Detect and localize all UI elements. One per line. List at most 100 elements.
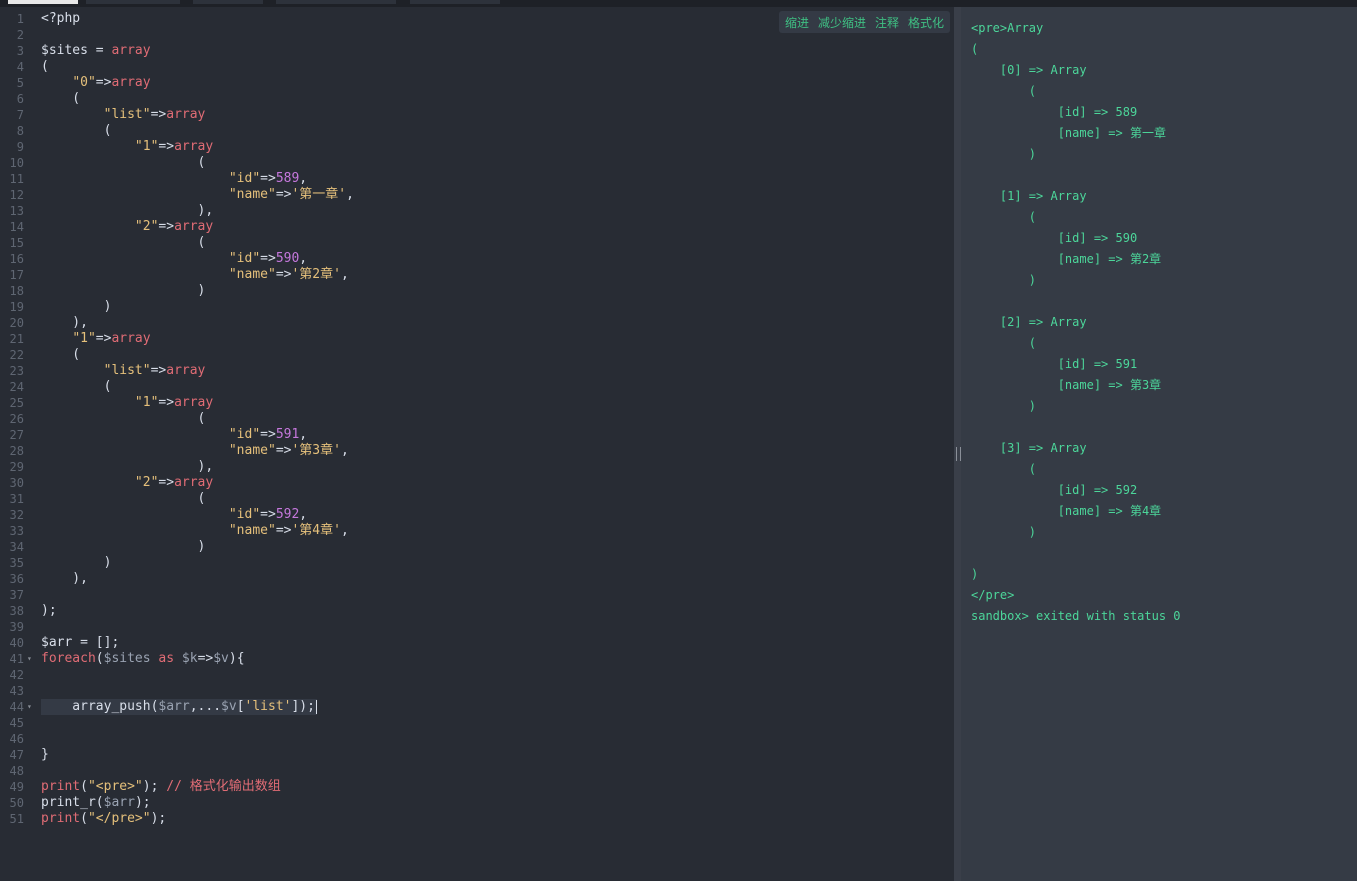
code-line[interactable]: } xyxy=(41,747,49,763)
code-line[interactable]: "id"=>590, xyxy=(41,251,307,267)
line-number: 49 xyxy=(9,780,24,794)
line-number: 33 xyxy=(9,524,24,538)
tab[interactable] xyxy=(276,0,396,4)
code-line[interactable]: array_push($arr,...$v['list']); xyxy=(41,699,317,715)
code-line[interactable]: "1"=>array xyxy=(41,331,150,347)
code-token: "name" xyxy=(228,267,276,282)
code-line[interactable]: ); xyxy=(41,603,57,619)
format-button[interactable]: 格式化 xyxy=(908,14,944,31)
code-line[interactable]: print("</pre>"); xyxy=(41,811,166,827)
code-line[interactable]: ) xyxy=(41,283,206,299)
code-line[interactable]: foreach($sites as $k=>$v){ xyxy=(41,651,245,667)
pane-splitter[interactable] xyxy=(954,7,961,881)
code-token: ,... xyxy=(189,699,222,714)
code-line[interactable]: $arr = []; xyxy=(41,635,119,651)
code-line[interactable]: ), xyxy=(41,203,214,219)
output-line: ) xyxy=(971,567,979,581)
code-token: ( xyxy=(41,379,112,394)
code-line[interactable]: "0"=>array xyxy=(41,75,150,91)
code-token: $v xyxy=(213,651,229,666)
code-line[interactable]: ( xyxy=(41,59,49,75)
tab[interactable] xyxy=(193,0,263,4)
code-line[interactable]: "id"=>592, xyxy=(41,507,307,523)
code-token: ( xyxy=(80,779,88,794)
line-number: 16 xyxy=(9,252,24,266)
code-line[interactable]: ( xyxy=(41,235,206,251)
line-number: 45 xyxy=(9,716,24,730)
code-token: ), xyxy=(41,203,214,218)
tab[interactable] xyxy=(410,0,500,4)
code-line[interactable]: ) xyxy=(41,539,206,555)
code-line[interactable]: ( xyxy=(41,491,206,507)
code-token: => xyxy=(260,427,276,442)
code-line[interactable]: ( xyxy=(41,347,80,363)
line-number: 38 xyxy=(9,604,24,618)
code-editor[interactable]: 1 2 3 4 5 6 7 8 9 10 11 12 13 14 15 16 17 18 19 20 21 22 23 24 2… xyxy=(0,7,954,881)
code-line[interactable]: <?php xyxy=(41,11,80,27)
code-token: ) xyxy=(41,539,206,554)
code-line[interactable]: ), xyxy=(41,315,88,331)
tab[interactable] xyxy=(86,0,180,4)
code-line[interactable]: ( xyxy=(41,123,112,139)
code-line[interactable]: "list"=>array xyxy=(41,107,206,123)
code-line[interactable]: ), xyxy=(41,571,88,587)
code-line[interactable]: ) xyxy=(41,299,112,315)
code-line[interactable]: ) xyxy=(41,555,112,571)
code-token: <?php xyxy=(41,11,81,26)
line-number: 30 xyxy=(9,476,24,490)
output-line: ) xyxy=(971,525,1037,539)
fold-toggle-icon[interactable]: ▾ xyxy=(27,699,32,715)
line-number: 10 xyxy=(9,156,24,170)
code-token: $k xyxy=(181,651,198,666)
code-token: ( xyxy=(41,411,206,426)
code-token: ) xyxy=(41,555,112,570)
code-line[interactable]: "id"=>589, xyxy=(41,171,307,187)
comment-button[interactable]: 注释 xyxy=(875,14,899,31)
tab-active[interactable] xyxy=(8,0,78,4)
code-line[interactable]: "1"=>array xyxy=(41,395,213,411)
code-line[interactable]: "2"=>array xyxy=(41,219,213,235)
code-line[interactable]: ), xyxy=(41,459,214,475)
code-token: => xyxy=(158,395,175,410)
code-line[interactable]: "id"=>591, xyxy=(41,427,307,443)
code-line[interactable]: print_r($arr); xyxy=(41,795,151,811)
code-line[interactable]: "name"=>'第一章', xyxy=(41,187,354,203)
line-number: 28 xyxy=(9,444,24,458)
code-token: $arr xyxy=(158,699,190,714)
line-number: 43 xyxy=(9,684,24,698)
code-line[interactable]: "list"=>array xyxy=(41,363,206,379)
line-number: 25 xyxy=(9,396,24,410)
code-token: , xyxy=(299,251,308,266)
code-token: ) xyxy=(41,299,112,314)
code-area[interactable]: <?php $sites = array( "0"=>array ( "list"… xyxy=(41,7,954,881)
code-line[interactable]: ( xyxy=(41,411,206,427)
outdent-button[interactable]: 减少缩进 xyxy=(818,14,866,31)
code-line[interactable]: "name"=>'第3章', xyxy=(41,443,349,459)
code-line[interactable]: "1"=>array xyxy=(41,139,213,155)
fold-toggle-icon[interactable]: ▾ xyxy=(27,651,32,667)
code-token: array_push( xyxy=(41,699,159,714)
code-line[interactable]: ( xyxy=(41,379,112,395)
indent-button[interactable]: 缩进 xyxy=(785,14,809,31)
code-line[interactable]: "name"=>'第4章', xyxy=(41,523,349,539)
line-number: 26 xyxy=(9,412,24,426)
code-line[interactable]: "name"=>'第2章', xyxy=(41,267,349,283)
code-line[interactable]: "2"=>array xyxy=(41,475,213,491)
code-token: ); xyxy=(41,603,57,618)
code-token: array xyxy=(174,475,214,490)
code-line[interactable]: ( xyxy=(41,91,80,107)
code-token: ( xyxy=(41,491,206,506)
code-token: , xyxy=(299,427,308,442)
line-number: 36 xyxy=(9,572,24,586)
line-number: 4 xyxy=(16,60,24,74)
line-number: 42 xyxy=(9,668,24,682)
output-line: ) xyxy=(971,147,1037,161)
code-line[interactable]: print("<pre>"); // 格式化输出数组 xyxy=(41,779,281,795)
code-line[interactable]: ( xyxy=(41,155,206,171)
code-token: => xyxy=(275,267,292,282)
code-token: "<pre>" xyxy=(87,779,143,794)
code-token: ( xyxy=(41,155,206,170)
code-line[interactable]: $sites = array xyxy=(41,43,151,59)
